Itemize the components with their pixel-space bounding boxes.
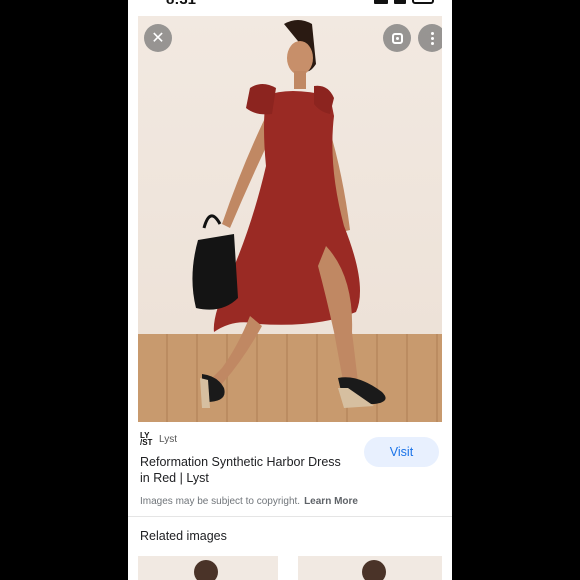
signal-icon bbox=[374, 0, 388, 4]
wifi-icon bbox=[394, 0, 406, 4]
lyst-logo: LY/ST bbox=[140, 431, 153, 447]
close-button[interactable]: ✕ bbox=[144, 24, 172, 52]
result-title[interactable]: Reformation Synthetic Harbor Dress in Re… bbox=[140, 454, 350, 486]
phone-screen: 8:31 bbox=[128, 0, 452, 580]
lens-button[interactable] bbox=[383, 24, 411, 52]
source-name: Lyst bbox=[159, 433, 177, 445]
more-options-button[interactable] bbox=[418, 24, 442, 52]
status-icons bbox=[374, 0, 434, 4]
source-row[interactable]: LY/ST Lyst bbox=[140, 431, 177, 447]
related-thumbnail[interactable] bbox=[298, 556, 442, 580]
divider bbox=[128, 516, 452, 517]
close-icon: ✕ bbox=[151, 30, 165, 47]
status-time: 8:31 bbox=[166, 0, 196, 8]
lens-icon bbox=[391, 32, 403, 44]
related-images-heading: Related images bbox=[140, 529, 227, 543]
thumbnail-head bbox=[194, 560, 218, 580]
status-bar: 8:31 bbox=[128, 0, 452, 10]
battery-icon bbox=[412, 0, 434, 4]
learn-more-link[interactable]: Learn More bbox=[304, 496, 358, 507]
result-image[interactable]: ✕ bbox=[138, 16, 442, 422]
copyright-notice: Images may be subject to copyright. Learn… bbox=[140, 496, 358, 507]
copyright-text: Images may be subject to copyright. bbox=[140, 496, 301, 507]
visit-button[interactable]: Visit bbox=[364, 437, 439, 467]
related-thumbnail[interactable] bbox=[138, 556, 278, 580]
model-figure bbox=[192, 20, 386, 408]
thumbnail-head bbox=[362, 560, 386, 580]
more-vert-icon bbox=[430, 31, 434, 45]
